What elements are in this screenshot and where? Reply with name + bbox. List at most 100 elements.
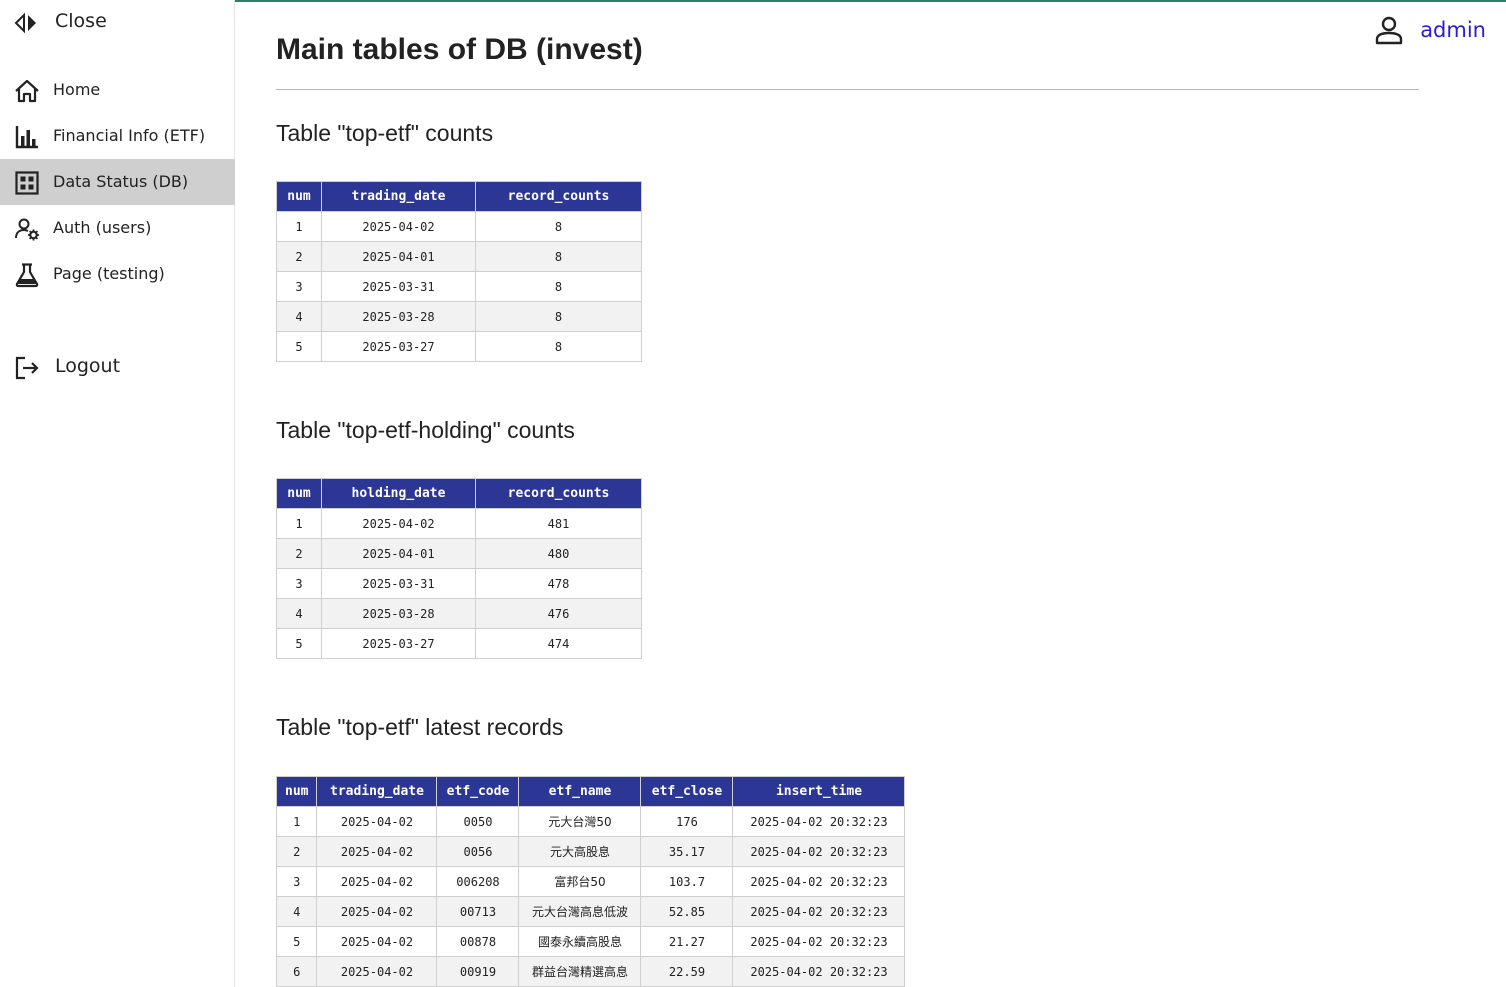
table-cell: 3 (275, 866, 318, 897)
logout-icon (15, 356, 39, 380)
sidebar-item-auth[interactable]: Auth (users) (0, 205, 235, 251)
section-title: Table "top-etf" latest records (276, 714, 564, 740)
sidebar-item-label: Auth (users) (53, 218, 152, 237)
table-cell: 00878 (436, 926, 520, 957)
table-cell: 480 (475, 538, 642, 569)
table-cell: 476 (475, 598, 642, 629)
table-cell: 2025-04-01 (321, 241, 476, 272)
table-cell: 4 (276, 598, 322, 629)
table-cell: 00713 (436, 896, 520, 927)
user-icon (1375, 16, 1403, 45)
sidebar: Close Home Financial Info (ETF) Data Sta… (0, 0, 235, 987)
table-cell: 2025-04-02 20:32:23 (732, 896, 906, 927)
table-cell: 481 (475, 508, 642, 539)
table-row: 5 2025-03-27 474 (276, 628, 642, 659)
table-row: 4 2025-03-28 476 (276, 598, 642, 629)
table-cell: 35.17 (640, 836, 734, 867)
table-cell: 2025-04-02 (316, 926, 438, 957)
sidebar-item-label: Financial Info (ETF) (53, 126, 206, 145)
table-row: 4 2025-03-28 8 (276, 301, 642, 332)
table-cell: 2025-03-27 (321, 628, 476, 659)
table-cell: 2025-03-28 (321, 301, 476, 332)
table-header-row: num trading_date etf_code etf_name etf_c… (275, 776, 906, 807)
column-header: num (275, 776, 318, 807)
table-row: 1 2025-04-02 0050 元大台灣50 176 2025-04-02 20:32… (275, 806, 906, 837)
table-cell: 3 (276, 568, 322, 599)
column-header: trading_date (316, 776, 438, 807)
table-cell: 元大高股息 (518, 836, 642, 867)
table-header-row: num holding_date record_counts (276, 478, 642, 509)
table-header-row: num trading_date record_counts (276, 181, 642, 212)
table-cell: 2025-04-02 (316, 866, 438, 897)
grid-icon (15, 171, 39, 195)
table-cell: 2025-04-02 20:32:23 (732, 956, 906, 987)
table-cell: 2025-03-31 (321, 271, 476, 302)
table-row: 5 2025-04-02 00878 國泰永續高股息 21.27 2025-04-02 2… (275, 926, 906, 957)
column-header: num (276, 478, 322, 509)
table-cell: 474 (475, 628, 642, 659)
table-cell: 2025-04-02 (316, 806, 438, 837)
table-cell: 22.59 (640, 956, 734, 987)
table-cell: 2025-04-02 (321, 508, 476, 539)
table-row: 3 2025-03-31 478 (276, 568, 642, 599)
logout-button[interactable]: Logout (0, 344, 235, 390)
table-row: 4 2025-04-02 00713 元大台灣高息低波 52.85 2025-04-02 … (275, 896, 906, 927)
table-cell: 4 (275, 896, 318, 927)
user-name[interactable]: admin (1420, 18, 1486, 42)
sidebar-item-data-status[interactable]: Data Status (DB) (0, 159, 235, 205)
column-header: holding_date (321, 478, 476, 509)
table-cell: 8 (475, 301, 642, 332)
table-row: 2 2025-04-02 0056 元大高股息 35.17 2025-04-02 20:3… (275, 836, 906, 867)
table-cell: 2025-03-27 (321, 331, 476, 362)
table-row: 1 2025-04-02 481 (276, 508, 642, 539)
table-cell: 群益台灣精選高息 (518, 956, 642, 987)
table-cell: 2025-04-02 20:32:23 (732, 836, 906, 867)
table-cell: 4 (276, 301, 322, 332)
collapse-arrows-icon (14, 12, 36, 34)
top-etf-latest-records-table: num trading_date etf_code etf_name etf_c… (275, 776, 906, 987)
user-menu[interactable]: admin (1374, 14, 1486, 46)
table-row: 2 2025-04-01 8 (276, 241, 642, 272)
sidebar-item-financial-info[interactable]: Financial Info (ETF) (0, 113, 235, 159)
table-cell: 2 (275, 836, 318, 867)
table-cell: 2025-04-02 (316, 896, 438, 927)
table-cell: 2025-04-02 (316, 956, 438, 987)
column-header: etf_name (518, 776, 642, 807)
title-divider (276, 89, 1419, 90)
page-title: Main tables of DB (invest) (276, 33, 643, 66)
table-row: 6 2025-04-02 00919 群益台灣精選高息 22.59 2025-04-02 … (275, 956, 906, 987)
top-border (235, 0, 1506, 2)
table-cell: 5 (276, 628, 322, 659)
table-row: 5 2025-03-27 8 (276, 331, 642, 362)
logout-label: Logout (55, 355, 121, 377)
home-icon (15, 79, 39, 103)
table-cell: 8 (475, 271, 642, 302)
sidebar-item-home[interactable]: Home (0, 67, 235, 113)
sidebar-item-page-testing[interactable]: Page (testing) (0, 251, 235, 297)
table-cell: 2025-04-02 (321, 211, 476, 242)
top-etf-holding-counts-table: num holding_date record_counts 1 2025-04-… (276, 478, 642, 659)
column-header: num (276, 181, 322, 212)
top-etf-counts-table: num trading_date record_counts 1 2025-04-… (276, 181, 642, 362)
table-cell: 2 (276, 538, 322, 569)
table-cell: 5 (276, 331, 322, 362)
sidebar-close-button[interactable]: Close (0, 0, 235, 44)
column-header: etf_close (640, 776, 734, 807)
table-cell: 2025-04-02 20:32:23 (732, 806, 906, 837)
table-cell: 元大台灣50 (518, 806, 642, 837)
sidebar-item-label: Page (testing) (53, 264, 165, 283)
bar-chart-icon (15, 126, 38, 149)
user-gear-icon (15, 218, 39, 241)
table-cell: 00919 (436, 956, 520, 987)
column-header: insert_time (732, 776, 906, 807)
table-cell: 103.7 (640, 866, 734, 897)
table-cell: 8 (475, 241, 642, 272)
table-cell: 1 (275, 806, 318, 837)
table-cell: 21.27 (640, 926, 734, 957)
table-cell: 2025-04-02 20:32:23 (732, 866, 906, 897)
table-row: 3 2025-03-31 8 (276, 271, 642, 302)
table-cell: 2025-04-02 20:32:23 (732, 926, 906, 957)
table-cell: 8 (475, 211, 642, 242)
column-header: record_counts (475, 181, 642, 212)
section-title: Table "top-etf-holding" counts (276, 417, 575, 443)
